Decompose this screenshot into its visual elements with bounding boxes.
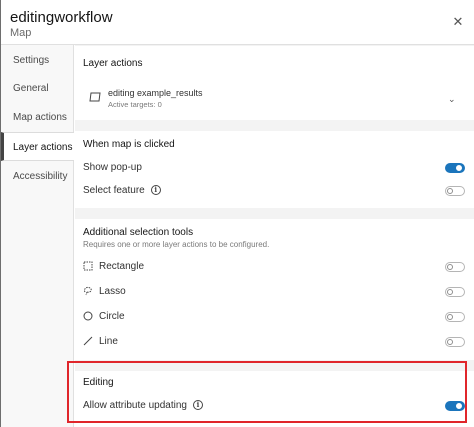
sidebar: Settings General Map actions Layer actio… [1, 45, 74, 427]
lasso-tool-toggle[interactable] [445, 287, 465, 297]
layer-polygon-icon [89, 92, 101, 102]
when-map-clicked-title: When map is clicked [83, 139, 175, 150]
rectangle-tool-text: Rectangle [99, 260, 145, 272]
close-icon[interactable]: ✕ [451, 15, 465, 29]
sidebar-item-accessibility[interactable]: Accessibility [1, 162, 74, 191]
settings-dialog: editingworkflow Map ✕ Settings General M… [0, 0, 474, 427]
circle-tool-text: Circle [99, 310, 125, 322]
sidebar-item-settings[interactable]: Settings [1, 46, 74, 75]
editing-section: Editing Allow attribute updating i [75, 371, 474, 427]
select-feature-text: Select feature [83, 184, 145, 196]
rectangle-tool-toggle[interactable] [445, 262, 465, 272]
lasso-icon [84, 286, 92, 296]
line-tool-label: Line [83, 334, 118, 348]
rectangle-tool-label: Rectangle [83, 259, 144, 273]
info-icon[interactable]: i [150, 185, 161, 195]
active-targets: Active targets: 0 [108, 100, 162, 109]
line-tool-toggle[interactable] [445, 337, 465, 347]
sidebar-item-layer-actions[interactable]: Layer actions [1, 132, 74, 161]
show-popup-toggle[interactable] [445, 163, 465, 173]
allow-attribute-updating-text: Allow attribute updating [83, 399, 187, 411]
settings-content: Layer actions editing example_results Ac… [75, 45, 474, 427]
info-icon[interactable]: i [192, 400, 203, 410]
editing-title: Editing [83, 377, 114, 388]
chevron-down-icon[interactable]: ⌄ [448, 94, 456, 105]
line-tool-text: Line [99, 335, 118, 347]
circle-icon [83, 311, 93, 321]
layer-actions-title: Layer actions [83, 58, 143, 69]
layer-row[interactable]: editing example_results Active targets: … [83, 76, 467, 110]
sidebar-item-map-actions[interactable]: Map actions [1, 103, 74, 132]
sidebar-item-general[interactable]: General [1, 74, 74, 103]
when-map-clicked-section: When map is clicked Show pop-up Select f… [75, 131, 474, 208]
line-icon [83, 336, 93, 346]
selection-tools-section: Additional selection tools Requires one … [75, 219, 474, 360]
rectangle-select-icon [83, 261, 93, 271]
dialog-header: editingworkflow Map ✕ [1, 0, 474, 45]
circle-tool-label: Circle [83, 309, 125, 323]
allow-attribute-updating-toggle[interactable] [445, 401, 465, 411]
show-popup-text: Show pop-up [83, 161, 142, 173]
dialog-subtitle: Map [10, 27, 32, 39]
select-feature-toggle[interactable] [445, 186, 465, 196]
dialog-title: editingworkflow [10, 9, 113, 26]
selection-tools-description: Requires one or more layer actions to be… [83, 240, 270, 249]
lasso-tool-label: Lasso [83, 284, 126, 298]
circle-tool-toggle[interactable] [445, 312, 465, 322]
show-popup-label: Show pop-up [83, 160, 142, 174]
allow-attribute-updating-label: Allow attribute updating i [83, 398, 203, 412]
select-feature-label: Select feature i [83, 183, 161, 197]
layer-actions-section: Layer actions editing example_results Ac… [75, 46, 474, 120]
lasso-tool-text: Lasso [99, 285, 126, 297]
layer-name: editing example_results [108, 88, 203, 98]
selection-tools-title: Additional selection tools [83, 227, 194, 238]
